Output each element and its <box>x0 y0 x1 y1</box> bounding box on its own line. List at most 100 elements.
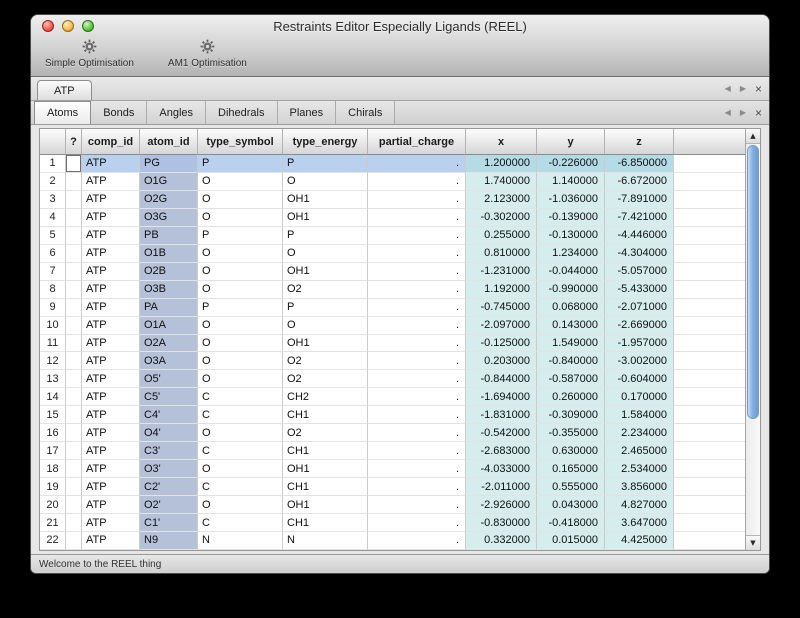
atom-id-cell[interactable]: O2' <box>140 496 198 514</box>
type-symbol-cell[interactable]: O <box>198 263 283 281</box>
tab-atoms[interactable]: Atoms <box>34 101 91 124</box>
type-symbol-cell[interactable]: O <box>198 191 283 209</box>
type-symbol-cell[interactable]: C <box>198 442 283 460</box>
comp-id-cell[interactable]: ATP <box>82 514 140 532</box>
table-row[interactable]: 5ATPPBPP.0.255000-0.130000-4.446000 <box>40 227 760 245</box>
column-header-atom-id[interactable]: atom_id <box>140 129 198 155</box>
table-row[interactable]: 8ATPO3BOO2.1.192000-0.990000-5.433000 <box>40 281 760 299</box>
partial-charge-cell[interactable]: . <box>368 155 466 173</box>
partial-charge-cell[interactable]: . <box>368 335 466 353</box>
y-cell[interactable]: -0.587000 <box>537 370 605 388</box>
flag-cell[interactable] <box>66 496 82 514</box>
comp-id-cell[interactable]: ATP <box>82 406 140 424</box>
x-cell[interactable]: -0.125000 <box>466 335 537 353</box>
atom-id-cell[interactable]: PB <box>140 227 198 245</box>
z-cell[interactable]: -7.421000 <box>605 209 674 227</box>
title-bar[interactable]: Restraints Editor Especially Ligands (RE… <box>31 15 769 37</box>
table-row[interactable]: 12ATPO3AOO2.0.203000-0.840000-3.002000 <box>40 352 760 370</box>
table-row[interactable]: 14ATPC5'CCH2.-1.6940000.2600000.170000 <box>40 388 760 406</box>
column-header-type-symbol[interactable]: type_symbol <box>198 129 283 155</box>
type-symbol-cell[interactable]: O <box>198 209 283 227</box>
x-cell[interactable]: 1.192000 <box>466 281 537 299</box>
atom-id-cell[interactable]: O1A <box>140 317 198 335</box>
type-energy-cell[interactable]: O2 <box>283 370 368 388</box>
partial-charge-cell[interactable]: . <box>368 191 466 209</box>
table-row[interactable]: 7ATPO2BOOH1.-1.231000-0.044000-5.057000 <box>40 263 760 281</box>
x-cell[interactable]: -0.542000 <box>466 424 537 442</box>
zoom-button[interactable] <box>82 20 94 32</box>
x-cell[interactable]: -2.097000 <box>466 317 537 335</box>
close-tab-icon[interactable]: × <box>755 107 762 119</box>
partial-charge-cell[interactable]: . <box>368 406 466 424</box>
comp-id-cell[interactable]: ATP <box>82 299 140 317</box>
flag-cell[interactable] <box>66 406 82 424</box>
type-energy-cell[interactable]: O <box>283 173 368 191</box>
table-row[interactable]: 19ATPC2'CCH1.-2.0110000.5550003.856000 <box>40 478 760 496</box>
close-tab-icon[interactable]: × <box>755 83 762 95</box>
comp-id-cell[interactable]: ATP <box>82 155 140 173</box>
table-row[interactable]: 18ATPO3'OOH1.-4.0330000.1650002.534000 <box>40 460 760 478</box>
type-energy-cell[interactable]: P <box>283 299 368 317</box>
type-symbol-cell[interactable]: P <box>198 299 283 317</box>
comp-id-cell[interactable]: ATP <box>82 460 140 478</box>
table-row[interactable]: 4ATPO3GOOH1.-0.302000-0.139000-7.421000 <box>40 209 760 227</box>
atom-id-cell[interactable]: C1' <box>140 514 198 532</box>
type-energy-cell[interactable]: O2 <box>283 352 368 370</box>
z-cell[interactable]: 4.827000 <box>605 496 674 514</box>
partial-charge-cell[interactable]: . <box>368 514 466 532</box>
atom-id-cell[interactable]: O4' <box>140 424 198 442</box>
y-cell[interactable]: -0.130000 <box>537 227 605 245</box>
atom-id-cell[interactable]: O3A <box>140 352 198 370</box>
y-cell[interactable]: 1.549000 <box>537 335 605 353</box>
z-cell[interactable]: 1.584000 <box>605 406 674 424</box>
type-energy-cell[interactable]: CH1 <box>283 514 368 532</box>
atom-id-cell[interactable]: O5' <box>140 370 198 388</box>
z-cell[interactable]: -0.604000 <box>605 370 674 388</box>
scrollbar-thumb[interactable] <box>747 145 759 419</box>
z-cell[interactable]: 3.856000 <box>605 478 674 496</box>
x-cell[interactable]: -2.926000 <box>466 496 537 514</box>
y-cell[interactable]: 0.630000 <box>537 442 605 460</box>
type-energy-cell[interactable]: P <box>283 155 368 173</box>
flag-cell[interactable] <box>66 263 82 281</box>
next-tab-icon[interactable]: ▶ <box>740 109 746 117</box>
next-tab-icon[interactable]: ▶ <box>740 85 746 93</box>
type-symbol-cell[interactable]: N <box>198 532 283 550</box>
x-cell[interactable]: 0.203000 <box>466 352 537 370</box>
type-symbol-cell[interactable]: O <box>198 460 283 478</box>
type-symbol-cell[interactable]: C <box>198 478 283 496</box>
flag-cell[interactable] <box>66 227 82 245</box>
type-symbol-cell[interactable]: O <box>198 281 283 299</box>
y-cell[interactable]: 1.234000 <box>537 245 605 263</box>
partial-charge-cell[interactable]: . <box>368 370 466 388</box>
close-button[interactable] <box>42 20 54 32</box>
comp-id-cell[interactable]: ATP <box>82 191 140 209</box>
comp-id-cell[interactable]: ATP <box>82 532 140 550</box>
type-energy-cell[interactable]: CH1 <box>283 442 368 460</box>
y-cell[interactable]: -0.990000 <box>537 281 605 299</box>
type-energy-cell[interactable]: OH1 <box>283 460 368 478</box>
comp-id-cell[interactable]: ATP <box>82 496 140 514</box>
am1-optimisation-button[interactable]: AM1 Optimisation <box>168 39 247 69</box>
y-cell[interactable]: -0.355000 <box>537 424 605 442</box>
type-symbol-cell[interactable]: O <box>198 245 283 263</box>
flag-cell[interactable] <box>66 335 82 353</box>
flag-cell[interactable] <box>66 245 82 263</box>
y-cell[interactable]: 0.043000 <box>537 496 605 514</box>
type-symbol-cell[interactable]: C <box>198 406 283 424</box>
flag-cell[interactable] <box>66 191 82 209</box>
scroll-up-button[interactable]: ▲ <box>746 129 760 144</box>
atom-id-cell[interactable]: N9 <box>140 532 198 550</box>
type-energy-cell[interactable]: CH1 <box>283 478 368 496</box>
z-cell[interactable]: 2.234000 <box>605 424 674 442</box>
type-symbol-cell[interactable]: O <box>198 370 283 388</box>
tab-angles[interactable]: Angles <box>147 101 206 124</box>
flag-cell[interactable] <box>66 388 82 406</box>
table-row[interactable]: 11ATPO2AOOH1.-0.1250001.549000-1.957000 <box>40 335 760 353</box>
comp-id-cell[interactable]: ATP <box>82 227 140 245</box>
flag-cell[interactable] <box>66 352 82 370</box>
y-cell[interactable]: 0.143000 <box>537 317 605 335</box>
type-energy-cell[interactable]: N <box>283 532 368 550</box>
type-symbol-cell[interactable]: P <box>198 227 283 245</box>
z-cell[interactable]: -1.957000 <box>605 335 674 353</box>
